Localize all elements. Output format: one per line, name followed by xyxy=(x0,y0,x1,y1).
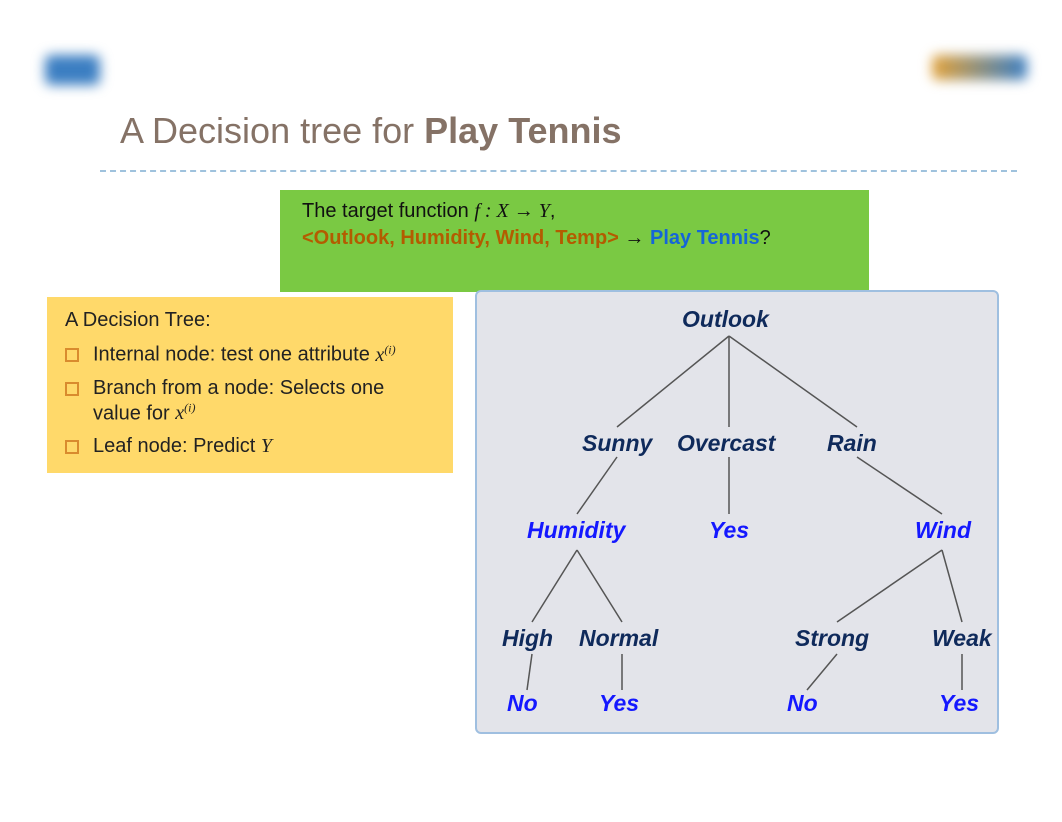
bullet-icon xyxy=(65,348,79,362)
n3a: Leaf node: Predict xyxy=(93,435,261,457)
n1a: Internal node: test one attribute xyxy=(93,344,375,366)
n2sup: (i) xyxy=(184,401,195,415)
tree-edges xyxy=(477,292,997,732)
tf-attrs: <Outlook, Humidity, Wind, Temp> xyxy=(302,227,619,249)
tf-arrow: → xyxy=(619,227,650,249)
leaf-yes-1: Yes xyxy=(709,517,749,544)
note-item-3: Leaf node: Predict Y xyxy=(65,434,435,459)
bullet-icon xyxy=(65,440,79,454)
title-prefix: A Decision tree for xyxy=(120,110,424,151)
leaf-no-1: No xyxy=(507,690,538,717)
branch-high: High xyxy=(502,625,553,652)
bullet-icon xyxy=(65,382,79,396)
branch-sunny: Sunny xyxy=(582,430,652,457)
note-1-text: Internal node: test one attribute x(i) xyxy=(93,342,396,368)
n2a: Branch from a node: Selects one value fo… xyxy=(93,377,384,425)
leaf-no-2: No xyxy=(787,690,818,717)
n2m: x(i) xyxy=(175,402,195,424)
tf-text: The target function xyxy=(302,200,474,222)
tf-play: Play Tennis xyxy=(650,227,760,249)
node-outlook: Outlook xyxy=(682,306,769,333)
n1mv: x xyxy=(375,344,384,366)
branch-rain: Rain xyxy=(827,430,877,457)
header-logo-left xyxy=(45,55,100,85)
target-function-box: The target function f : X → Y, <Outlook,… xyxy=(280,190,869,292)
note-item-1: Internal node: test one attribute x(i) xyxy=(65,342,435,368)
title-divider xyxy=(100,170,1017,172)
branch-weak: Weak xyxy=(932,625,992,652)
tf-q: ? xyxy=(760,227,771,249)
note-item-2: Branch from a node: Selects one value fo… xyxy=(65,376,435,427)
branch-normal: Normal xyxy=(579,625,658,652)
note-3-text: Leaf node: Predict Y xyxy=(93,434,272,459)
n1m: x(i) xyxy=(375,344,395,366)
target-function-line2: <Outlook, Humidity, Wind, Temp> → Play T… xyxy=(302,227,847,250)
node-humidity: Humidity xyxy=(527,517,625,544)
n1sup: (i) xyxy=(384,342,395,356)
leaf-yes-3: Yes xyxy=(939,690,979,717)
tf-formula: f : X → Y xyxy=(474,200,550,222)
page-title: A Decision tree for Play Tennis xyxy=(120,110,622,152)
n3m: Y xyxy=(261,435,272,457)
decision-tree-diagram: Outlook Sunny Overcast Rain Humidity Yes… xyxy=(475,290,999,734)
header-logo-right xyxy=(932,55,1027,80)
title-bold: Play Tennis xyxy=(424,110,621,151)
note-2-text: Branch from a node: Selects one value fo… xyxy=(93,376,435,427)
n2mv: x xyxy=(175,402,184,424)
leaf-yes-2: Yes xyxy=(599,690,639,717)
notes-heading: A Decision Tree: xyxy=(65,309,435,332)
node-wind: Wind xyxy=(915,517,971,544)
branch-overcast: Overcast xyxy=(677,430,775,457)
target-function-line1: The target function f : X → Y, xyxy=(302,200,847,223)
decision-tree-notes: A Decision Tree: Internal node: test one… xyxy=(45,295,455,475)
branch-strong: Strong xyxy=(795,625,869,652)
tf-comma: , xyxy=(550,200,556,222)
